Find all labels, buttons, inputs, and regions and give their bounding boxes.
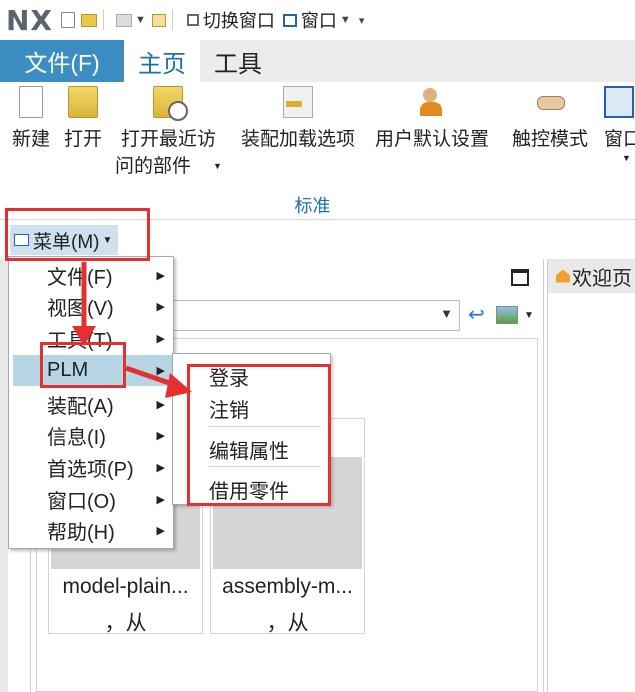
- chevron-right-icon: ▶: [156, 462, 165, 474]
- window-button[interactable]: 窗口 ▼: [604, 86, 635, 163]
- file-subtitle: ，从: [266, 612, 309, 635]
- tab-file[interactable]: 文件(F): [0, 40, 124, 82]
- chevron-down-icon[interactable]: ▼: [135, 14, 146, 26]
- menu-item-help[interactable]: 帮助(H) ▶: [9, 515, 173, 546]
- save-icon[interactable]: [116, 13, 133, 27]
- annotation-box-submenu: [187, 364, 331, 506]
- home-icon: [556, 269, 570, 283]
- ribbon-panel: 新建 打开 打开最近访 问的部件 ▼ 装配加载选项 用户默认设置 触控模式 窗口…: [0, 82, 635, 220]
- menu-item-file[interactable]: 文件(F) ▶: [9, 260, 173, 291]
- menu-item-view[interactable]: 视图(V) ▶: [9, 291, 173, 322]
- graphics-window: [547, 259, 635, 692]
- file-name: model-plain...: [62, 575, 189, 598]
- switch-window-button[interactable]: 切换窗口: [203, 7, 275, 33]
- chevron-down-icon[interactable]: ▼: [524, 310, 534, 321]
- separator: [103, 10, 105, 30]
- nx-logo: NX: [6, 3, 54, 37]
- new-button[interactable]: 新建: [12, 86, 50, 153]
- chevron-right-icon: ▶: [156, 525, 165, 537]
- separator: [171, 10, 173, 30]
- maximize-icon[interactable]: [511, 269, 529, 286]
- window-icon: [604, 86, 634, 118]
- annotation-box-plm: [40, 342, 126, 388]
- menu-item-window[interactable]: 窗口(O) ▶: [9, 484, 173, 515]
- touch-mode-icon: [535, 86, 565, 118]
- annotation-box-menu: [5, 208, 150, 261]
- user-defaults-icon: [417, 86, 447, 118]
- open-button[interactable]: 打开: [64, 86, 102, 153]
- window-icon: [282, 13, 297, 27]
- image-view-icon[interactable]: [496, 306, 518, 324]
- ribbon-tabs: 文件(F) 主页 工具: [0, 40, 635, 82]
- chevron-down-icon[interactable]: ▼: [213, 153, 222, 180]
- assembly-load-options-icon: [283, 86, 313, 118]
- chevron-right-icon: ▶: [156, 365, 165, 377]
- open-recent-button[interactable]: 打开最近访 问的部件 ▼: [115, 86, 222, 180]
- new-file-icon[interactable]: [61, 12, 76, 28]
- title-bar: NX ▼ 切换窗口 窗口 ▼ ▾: [0, 0, 635, 40]
- chevron-right-icon: ▶: [156, 301, 165, 313]
- new-document-icon: [19, 86, 43, 118]
- open-folder-icon: [68, 86, 98, 118]
- chevron-right-icon: ▶: [156, 399, 165, 411]
- chevron-down-icon[interactable]: ▼: [340, 14, 351, 26]
- touch-mode-button[interactable]: 触控模式: [512, 86, 588, 153]
- chevron-right-icon: ▶: [156, 270, 165, 282]
- tab-home[interactable]: 主页: [124, 40, 200, 82]
- file-name: assembly-m...: [222, 575, 353, 598]
- tab-tools[interactable]: 工具: [200, 40, 276, 82]
- open-folder-icon[interactable]: [81, 13, 98, 27]
- menu-item-info[interactable]: 信息(I) ▶: [9, 420, 173, 451]
- switch-window-icon: [186, 14, 199, 26]
- chevron-down-icon[interactable]: ▼: [440, 306, 453, 321]
- chevron-right-icon: ▶: [156, 333, 165, 345]
- tab-welcome[interactable]: 欢迎页: [548, 259, 635, 293]
- chevron-down-icon[interactable]: ▼: [622, 153, 631, 163]
- recent-parts-icon: [153, 86, 189, 121]
- user-defaults-button[interactable]: 用户默认设置: [375, 86, 489, 153]
- window-menu-button[interactable]: 窗口: [301, 7, 337, 33]
- menu-item-preferences[interactable]: 首选项(P) ▶: [9, 452, 173, 483]
- chevron-right-icon: ▶: [156, 430, 165, 442]
- main-menu-dropdown: 文件(F) ▶ 视图(V) ▶ 工具(T) ▶ PLM ▶ 装配(A) ▶ 信息(I) ▶ …: [8, 256, 174, 549]
- customize-icon[interactable]: ▾: [359, 14, 365, 27]
- resource-bar: [0, 259, 8, 692]
- tool-icon[interactable]: [151, 13, 166, 27]
- menu-item-assembly[interactable]: 装配(A) ▶: [9, 389, 173, 420]
- back-arrow-icon[interactable]: ↩: [468, 305, 485, 325]
- assembly-load-options-button[interactable]: 装配加载选项: [241, 86, 355, 153]
- chevron-right-icon: ▶: [156, 494, 165, 506]
- file-subtitle: ，从: [104, 612, 147, 635]
